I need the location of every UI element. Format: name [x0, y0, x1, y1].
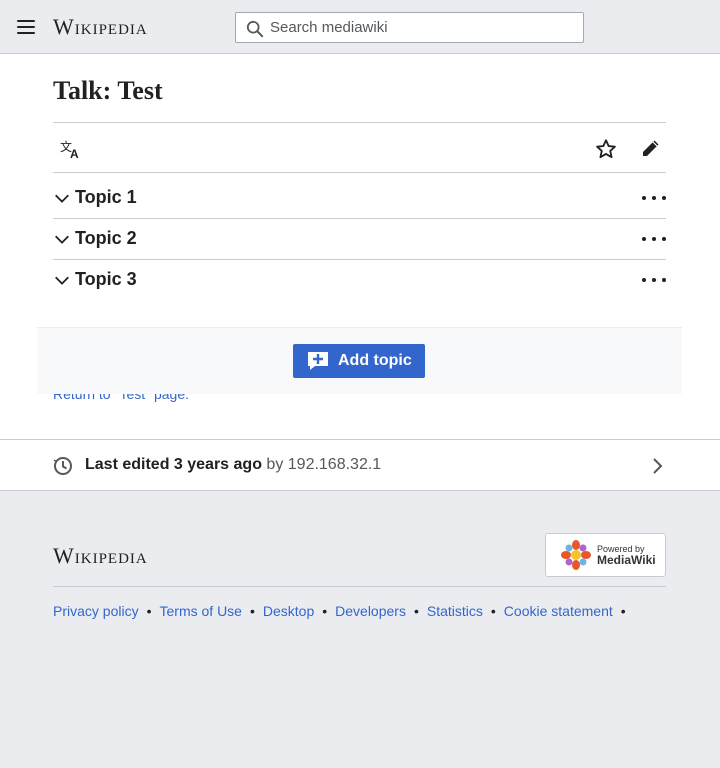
language-icon: 文 A	[60, 139, 79, 159]
watch-button[interactable]	[592, 135, 620, 163]
chevron-down-icon	[55, 194, 69, 203]
statistics-link[interactable]: Statistics	[427, 603, 483, 619]
topic-heading[interactable]: Topic 3	[75, 269, 137, 290]
mediawiki-flower-icon	[561, 540, 591, 570]
add-topic-bar: Add topic	[37, 327, 682, 394]
footer-links: Privacy policy • Terms of Use • Desktop • D…	[53, 603, 626, 619]
topic-more-button[interactable]	[642, 272, 666, 288]
pencil-icon	[643, 140, 659, 156]
main-menu-button[interactable]	[10, 11, 42, 43]
desktop-link[interactable]: Desktop	[263, 603, 314, 619]
add-speech-bubble-icon	[308, 352, 328, 370]
language-button[interactable]: 文 A	[57, 135, 85, 163]
search-box[interactable]	[235, 12, 584, 43]
topic-more-button[interactable]	[642, 231, 666, 247]
last-edited-bar[interactable]: Last edited 3 years ago by 192.168.32.1	[0, 439, 720, 491]
editor-name[interactable]: 192.168.32.1	[288, 456, 381, 473]
ellipsis-icon	[642, 278, 646, 282]
search-icon	[246, 20, 264, 38]
add-topic-button[interactable]: Add topic	[293, 344, 425, 378]
wikipedia-wordmark[interactable]: Wikipedia	[53, 14, 148, 40]
powered-by-mediawiki-badge[interactable]: Powered by MediaWiki	[545, 533, 666, 577]
search-input[interactable]	[270, 13, 575, 42]
topic-heading[interactable]: Topic 1	[75, 187, 137, 208]
topic-section[interactable]: Topic 3	[53, 260, 666, 301]
topic-more-button[interactable]	[642, 190, 666, 206]
chevron-down-icon	[55, 276, 69, 285]
cookie-statement-link[interactable]: Cookie statement	[504, 603, 613, 619]
ellipsis-icon	[642, 196, 646, 200]
main-content: Talk: Test 文 A Topic 1 Topic 2 Topic 3 R…	[0, 54, 720, 439]
topic-heading[interactable]: Topic 2	[75, 228, 137, 249]
header: Wikipedia	[0, 0, 720, 54]
topic-section[interactable]: Topic 1	[53, 178, 666, 219]
privacy-policy-link[interactable]: Privacy policy	[53, 603, 139, 619]
chevron-right-icon	[653, 458, 663, 474]
svg-text:A: A	[70, 147, 79, 159]
chevron-down-icon	[55, 235, 69, 244]
page-actions-toolbar: 文 A	[53, 122, 666, 173]
ellipsis-icon	[642, 237, 646, 241]
footer-wordmark: Wikipedia	[53, 543, 148, 568]
clock-icon	[53, 457, 72, 475]
star-icon	[596, 139, 616, 159]
topic-section[interactable]: Topic 2	[53, 219, 666, 260]
last-edited-text: Last edited 3 years ago by 192.168.32.1	[85, 456, 382, 473]
footer-divider	[53, 586, 666, 587]
hamburger-icon	[17, 20, 35, 22]
developers-link[interactable]: Developers	[335, 603, 406, 619]
page-title: Talk: Test	[53, 76, 163, 105]
terms-of-use-link[interactable]: Terms of Use	[160, 603, 242, 619]
edit-button[interactable]	[636, 135, 664, 163]
